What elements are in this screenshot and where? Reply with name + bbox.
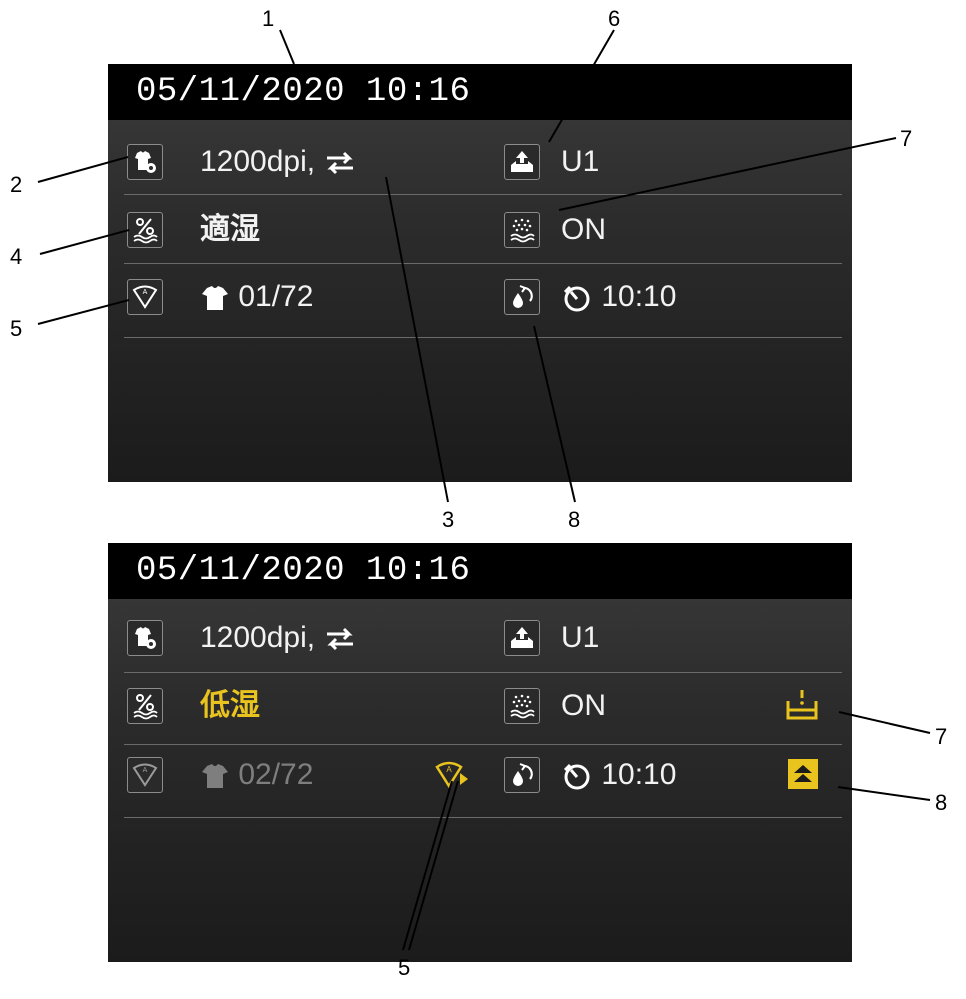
auto-wiper-icon: A [132,285,158,309]
callout-5-bottom: 5 [398,955,411,980]
job-count: 02/72 [200,757,313,793]
tray-eject-icon [511,151,533,172]
callout-3: 3 [442,507,455,532]
timer-text: 10:10 [601,758,677,791]
humidity-status-warning: 低湿 [200,689,260,722]
tank-warning-icon [786,690,818,720]
auto-clean-button[interactable]: A [127,757,163,793]
print-settings-button[interactable] [127,144,163,180]
resolution-text: 1200dpi, [200,145,316,178]
callout-5: 5 [10,316,23,341]
auto-wiper-icon: A [132,763,158,787]
unit-value: U1 [561,145,600,178]
row-divider [124,817,842,818]
tray-eject-icon [511,627,533,648]
ink-drop-cycle-icon [513,763,533,786]
humidity-status: 適湿 [200,213,260,246]
mist-icon [510,218,535,243]
refill-button[interactable] [504,757,540,793]
tshirt-icon [202,764,228,789]
ink-drop-cycle-icon [513,285,533,308]
bidirectional-arrows-icon [327,628,354,651]
auto-clean-button[interactable]: A [127,279,163,315]
timer-icon [563,764,590,790]
resolution-value: 1200dpi, [200,620,357,656]
humidifier-value: ON [561,689,606,722]
callout-8: 8 [568,507,581,532]
humidifier-value: ON [561,213,606,246]
callout-1: 1 [262,6,275,31]
job-count-text: 01/72 [238,280,314,313]
row-divider [124,194,842,195]
datetime-bar: 05/11/2020 10:16 [108,64,852,120]
callout-4: 4 [10,244,23,269]
unit-button[interactable] [504,620,540,656]
callout-7-bottom: 7 [935,724,948,749]
unit-button[interactable] [504,144,540,180]
job-count: 01/72 [200,279,313,315]
mist-icon [510,694,535,719]
resolution-value: 1200dpi, [200,144,357,180]
svg-text:A: A [446,765,452,774]
timer-value: 10:10 [561,279,676,315]
tshirt-gear-icon [135,151,156,173]
datetime-bar: 05/11/2020 10:16 [108,543,852,599]
humidity-button[interactable] [127,688,163,724]
callout-7: 7 [900,126,913,151]
unit-value: U1 [561,621,600,654]
svg-text:A: A [143,767,148,774]
humidifier-button[interactable] [504,688,540,724]
percent-humidity-icon [133,694,158,720]
printer-status-screen-normal: 05/11/2020 10:16 1200dpi, U1 適湿 ON A 01/… [108,64,852,482]
bidirectional-arrows-icon [327,152,354,175]
refill-button[interactable] [504,279,540,315]
humidity-button[interactable] [127,212,163,248]
double-up-chevron-icon [794,765,812,782]
percent-humidity-icon [133,218,158,244]
svg-text:A: A [143,289,148,296]
job-count-text: 02/72 [238,758,314,791]
humidifier-button[interactable] [504,212,540,248]
callout-8-bottom: 8 [935,790,948,815]
tshirt-icon [202,286,228,311]
timer-value: 10:10 [561,757,676,793]
tshirt-gear-icon [135,627,156,649]
auto-wiper-alert-icon: A [435,761,468,789]
row-divider [124,672,842,673]
printer-status-screen-alerts: 05/11/2020 10:16 1200dpi, U1 低湿 ON A 02/… [108,543,852,962]
timer-icon [563,286,590,312]
maintenance-alert-badge [788,759,818,789]
resolution-text: 1200dpi, [200,621,316,654]
print-settings-button[interactable] [127,620,163,656]
row-divider [124,263,842,264]
callout-2: 2 [10,172,23,197]
row-divider [124,744,842,745]
callout-6: 6 [608,6,621,31]
row-divider [124,337,842,338]
timer-text: 10:10 [601,280,677,313]
